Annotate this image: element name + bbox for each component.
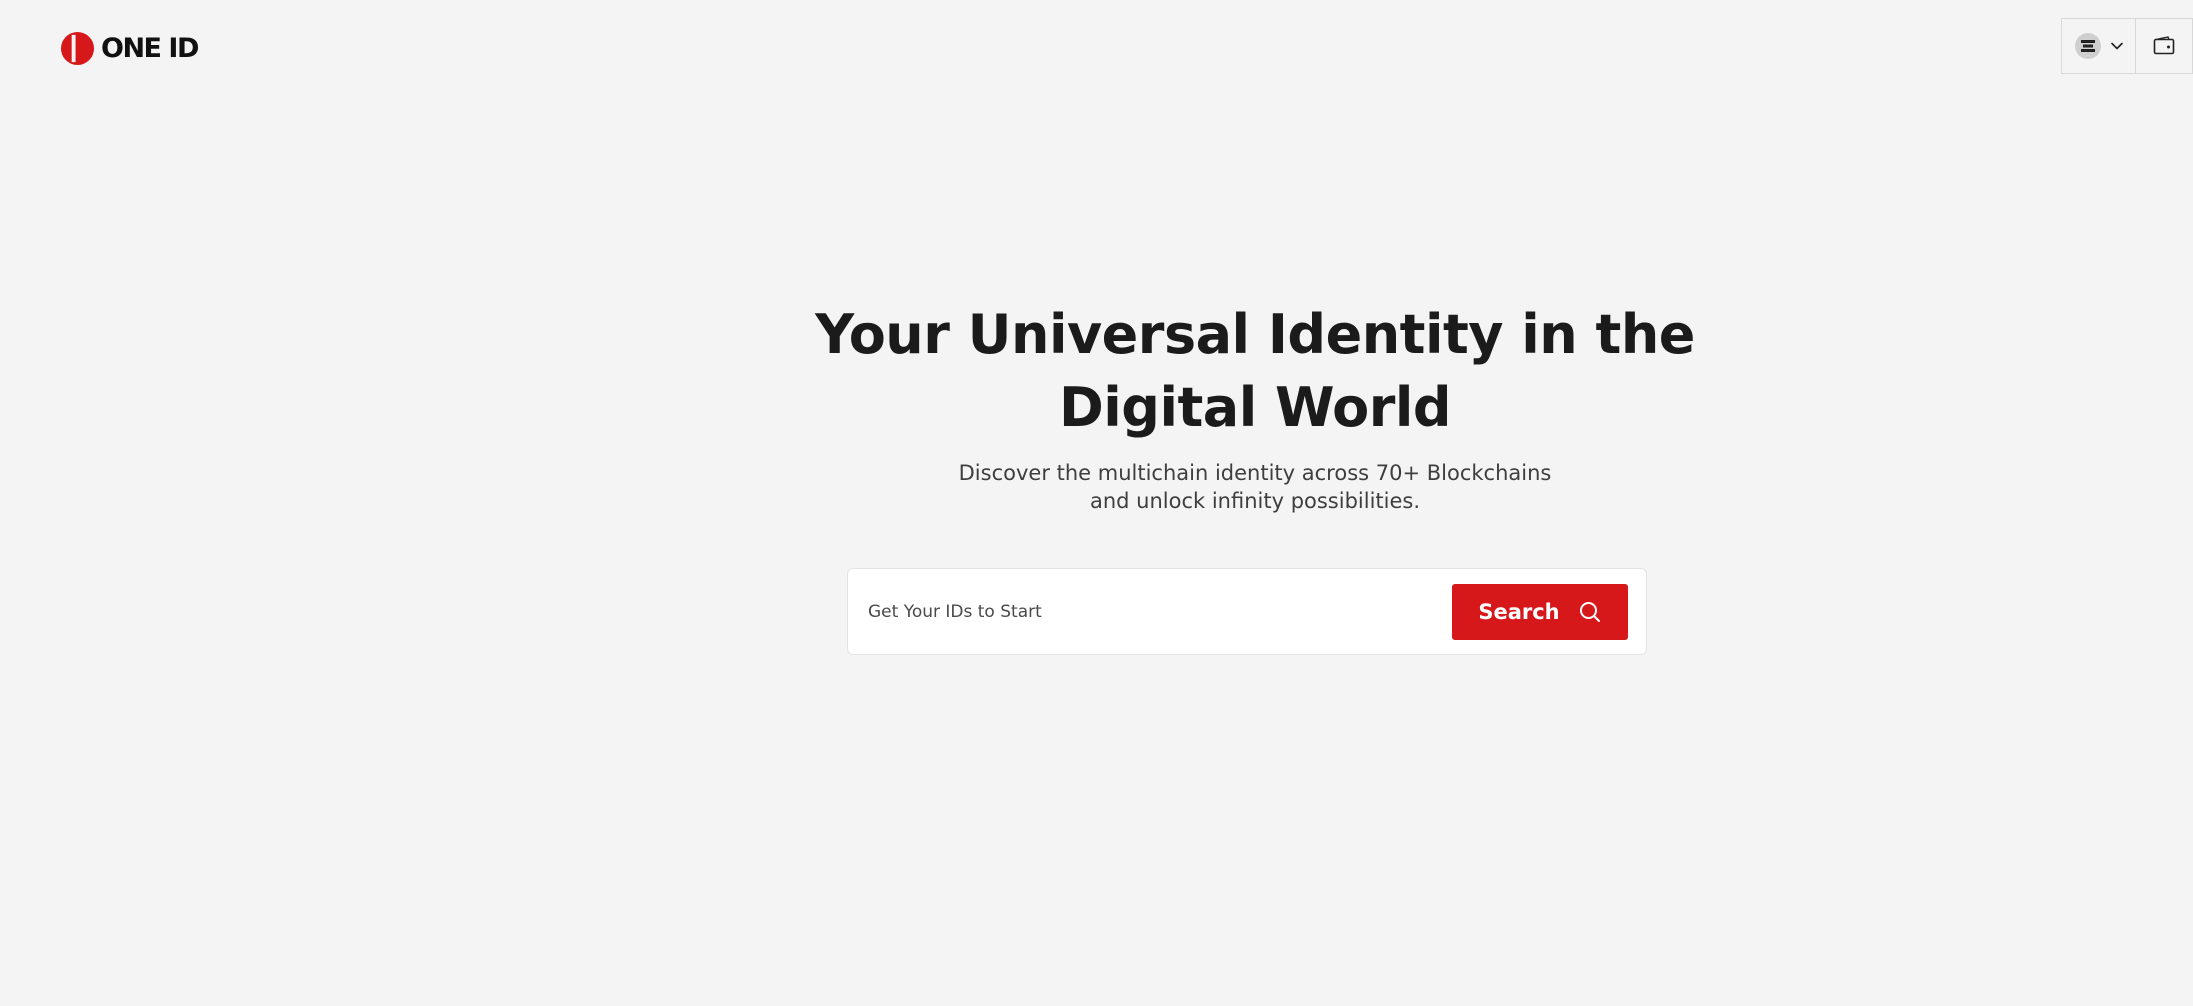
wallet-icon (2153, 36, 2175, 55)
search-icon (1579, 602, 1600, 622)
search-input[interactable] (868, 591, 1428, 633)
search-box: Search (847, 568, 1647, 655)
hero-subtitle-line-1: Discover the multichain identity across … (958, 461, 1552, 485)
top-controls (2061, 18, 2193, 74)
page: ONE ID Your Universal Identity in the Di… (0, 0, 2193, 1006)
hero-subtitle-line-2: and unlock infinity possibilities. (1089, 489, 1421, 513)
chain-selector[interactable] (2061, 18, 2135, 74)
search-button[interactable]: Search (1452, 584, 1628, 640)
wallet-button[interactable] (2135, 18, 2193, 74)
one-id-logo-icon (60, 31, 95, 65)
chain-logo-icon (2074, 33, 2101, 59)
hero: Your Universal Identity in the Digital W… (0, 298, 2193, 515)
search-button-label: Search (1478, 600, 1560, 624)
logo-text: ONE ID (101, 32, 199, 64)
hero-subtitle: Discover the multichain identity across … (935, 459, 1575, 515)
chevron-down-icon (2110, 42, 2123, 50)
one-id-logo[interactable]: ONE ID (60, 28, 199, 68)
hero-title: Your Universal Identity in the Digital W… (815, 303, 1695, 439)
